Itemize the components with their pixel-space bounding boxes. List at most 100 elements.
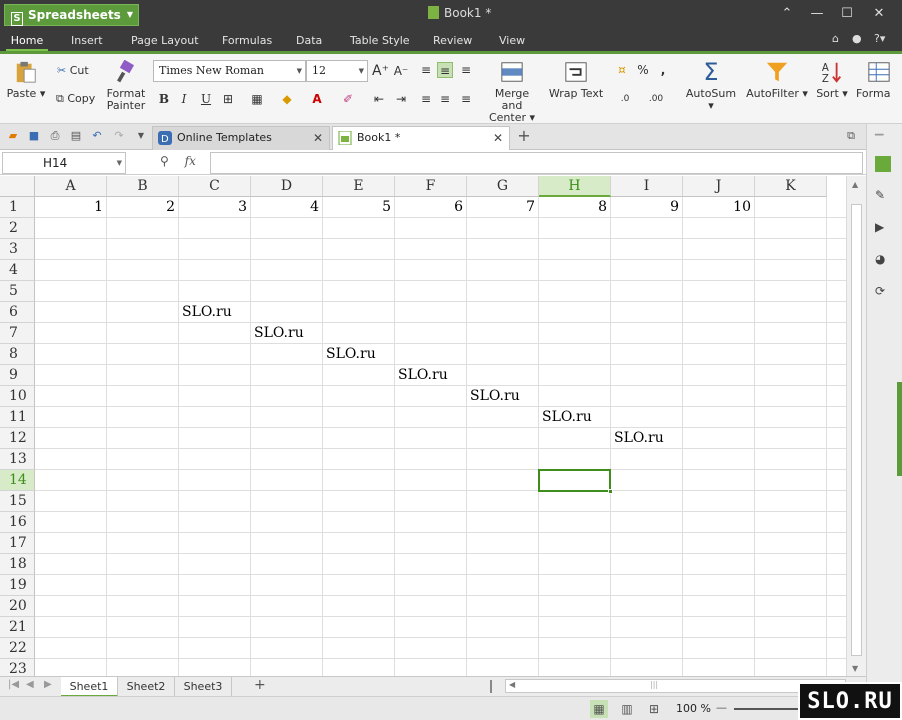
decrease-decimal-icon[interactable]: .00 bbox=[648, 91, 664, 107]
column-header-f[interactable]: F bbox=[395, 176, 467, 197]
cell-h1[interactable]: 8 bbox=[539, 197, 611, 218]
print-preview-icon[interactable]: ▤ bbox=[69, 129, 83, 143]
cell-d1[interactable]: 4 bbox=[251, 197, 323, 218]
align-right-icon[interactable]: ≡ bbox=[458, 91, 474, 107]
decrease-font-icon[interactable]: A⁻ bbox=[393, 63, 409, 79]
copy-button[interactable]: ⧉ Copy bbox=[56, 92, 95, 106]
row-header-19[interactable]: 19 bbox=[0, 575, 35, 596]
scroll-left-icon[interactable]: ◀ bbox=[509, 680, 515, 689]
save-icon[interactable]: ■ bbox=[27, 129, 41, 143]
pane-menu-icon[interactable]: ▔ bbox=[875, 134, 891, 150]
tab-view[interactable]: View bbox=[499, 30, 525, 51]
fill-color-icon[interactable]: ◆ bbox=[279, 91, 295, 107]
tab-table-style[interactable]: Table Style bbox=[350, 30, 410, 51]
comma-button[interactable]: , bbox=[655, 62, 671, 78]
cell-i12[interactable]: SLO.ru bbox=[611, 428, 664, 449]
decrease-indent-icon[interactable]: ⇤ bbox=[371, 91, 387, 107]
select-all-corner[interactable] bbox=[0, 176, 35, 197]
tab-online-templates[interactable]: D Online Templates ✕ bbox=[152, 126, 330, 150]
wrap-text-button[interactable]: Wrap Text bbox=[548, 60, 604, 100]
underline-button[interactable]: U bbox=[198, 91, 214, 107]
row-header-5[interactable]: 5 bbox=[0, 281, 35, 302]
cell-e1[interactable]: 5 bbox=[323, 197, 395, 218]
spreadsheet-grid[interactable]: ABCDEFGHIJK 1 2 3 4 5 6 7 8 9 10 11 12 13 14 15 16 17 18 1… bbox=[0, 176, 846, 676]
row-header-4[interactable]: 4 bbox=[0, 260, 35, 281]
cell-g10[interactable]: SLO.ru bbox=[467, 386, 520, 407]
zoom-slider[interactable] bbox=[734, 708, 798, 710]
formula-input[interactable] bbox=[210, 152, 863, 174]
full-screen-icon[interactable]: ⊞ bbox=[645, 700, 663, 718]
normal-view-icon[interactable]: ▦ bbox=[590, 700, 608, 718]
autofilter-button[interactable]: AutoFilter ▾ bbox=[746, 60, 808, 100]
user-icon[interactable]: ● bbox=[852, 32, 862, 45]
font-name-select[interactable]: Times New Roman ▼ bbox=[153, 60, 306, 82]
increase-indent-icon[interactable]: ⇥ bbox=[393, 91, 409, 107]
row-header-9[interactable]: 9 bbox=[0, 365, 35, 386]
close-button[interactable]: ✕ bbox=[868, 4, 890, 24]
align-middle-icon[interactable]: ≡ bbox=[437, 62, 453, 78]
tab-splitter[interactable] bbox=[490, 680, 492, 693]
row-header-17[interactable]: 17 bbox=[0, 533, 35, 554]
paste-button[interactable]: Paste ▾ bbox=[6, 60, 46, 100]
cell-f1[interactable]: 6 bbox=[395, 197, 467, 218]
sort-button[interactable]: AZ Sort ▾ bbox=[814, 60, 850, 100]
italic-button[interactable]: I bbox=[176, 91, 192, 107]
row-header-12[interactable]: 12 bbox=[0, 428, 35, 449]
tab-list-icon[interactable]: ⧉ bbox=[844, 129, 858, 143]
row-header-16[interactable]: 16 bbox=[0, 512, 35, 533]
cell-e8[interactable]: SLO.ru bbox=[323, 344, 376, 365]
scroll-thumb[interactable] bbox=[851, 204, 862, 656]
close-tab-icon[interactable]: ✕ bbox=[493, 127, 503, 149]
next-sheet-icon[interactable]: ▶ bbox=[44, 679, 52, 690]
tab-home[interactable]: Home bbox=[6, 30, 48, 51]
app-menu-button[interactable]: S Spreadsheets ▼ bbox=[4, 4, 139, 26]
style-icon[interactable]: ✎ bbox=[875, 188, 891, 204]
cut-button[interactable]: ✂ Cut bbox=[57, 64, 89, 77]
row-header-1[interactable]: 1 bbox=[0, 197, 35, 218]
backup-icon[interactable]: ⟳ bbox=[875, 284, 891, 300]
align-bottom-icon[interactable]: ≡ bbox=[458, 62, 474, 78]
row-header-11[interactable]: 11 bbox=[0, 407, 35, 428]
row-header-10[interactable]: 10 bbox=[0, 386, 35, 407]
insert-function-icon[interactable]: fx bbox=[185, 154, 196, 168]
select-icon[interactable]: ▶ bbox=[875, 220, 891, 236]
cell-c1[interactable]: 3 bbox=[179, 197, 251, 218]
print-icon[interactable]: ⎙ bbox=[48, 129, 62, 143]
autosum-button[interactable]: Σ AutoSum ▾ bbox=[684, 60, 738, 112]
font-size-select[interactable]: 12 ▼ bbox=[306, 60, 368, 82]
row-header-20[interactable]: 20 bbox=[0, 596, 35, 617]
row-header-15[interactable]: 15 bbox=[0, 491, 35, 512]
align-left-icon[interactable]: ≡ bbox=[418, 91, 434, 107]
zoom-out-icon[interactable]: — bbox=[716, 701, 727, 714]
column-header-c[interactable]: C bbox=[179, 176, 251, 197]
align-center-icon[interactable]: ≡ bbox=[437, 91, 453, 107]
row-header-7[interactable]: 7 bbox=[0, 323, 35, 344]
row-header-8[interactable]: 8 bbox=[0, 344, 35, 365]
column-header-d[interactable]: D bbox=[251, 176, 323, 197]
name-box[interactable]: H14 ▼ bbox=[2, 152, 126, 174]
bold-button[interactable]: B bbox=[156, 91, 172, 107]
cell-a1[interactable]: 1 bbox=[35, 197, 107, 218]
prev-sheet-icon[interactable]: ◀ bbox=[26, 679, 34, 690]
increase-decimal-icon[interactable]: .0 bbox=[617, 91, 633, 107]
cell-j1[interactable]: 10 bbox=[683, 197, 755, 218]
vertical-scrollbar[interactable]: ▲ ▼ bbox=[846, 176, 866, 676]
row-header-22[interactable]: 22 bbox=[0, 638, 35, 659]
format-painter-button[interactable]: Format Painter bbox=[106, 60, 146, 112]
sheet-tab-3[interactable]: Sheet3 bbox=[175, 677, 232, 697]
cell-h11[interactable]: SLO.ru bbox=[539, 407, 592, 428]
add-sheet-icon[interactable]: + bbox=[254, 677, 266, 693]
shapes-icon[interactable]: ◕ bbox=[875, 252, 891, 268]
increase-font-icon[interactable]: A⁺ bbox=[372, 63, 389, 79]
row-header-13[interactable]: 13 bbox=[0, 449, 35, 470]
currency-icon[interactable]: ¤ bbox=[614, 62, 630, 78]
collapse-ribbon-icon[interactable]: ⌃ bbox=[776, 4, 798, 24]
tab-data[interactable]: Data bbox=[296, 30, 322, 51]
maximize-button[interactable]: ☐ bbox=[836, 4, 858, 24]
scroll-down-icon[interactable]: ▼ bbox=[852, 664, 858, 673]
column-header-e[interactable]: E bbox=[323, 176, 395, 197]
tab-insert[interactable]: Insert bbox=[71, 30, 103, 51]
active-cell[interactable] bbox=[538, 469, 613, 494]
column-header-b[interactable]: B bbox=[107, 176, 179, 197]
tab-formulas[interactable]: Formulas bbox=[222, 30, 272, 51]
